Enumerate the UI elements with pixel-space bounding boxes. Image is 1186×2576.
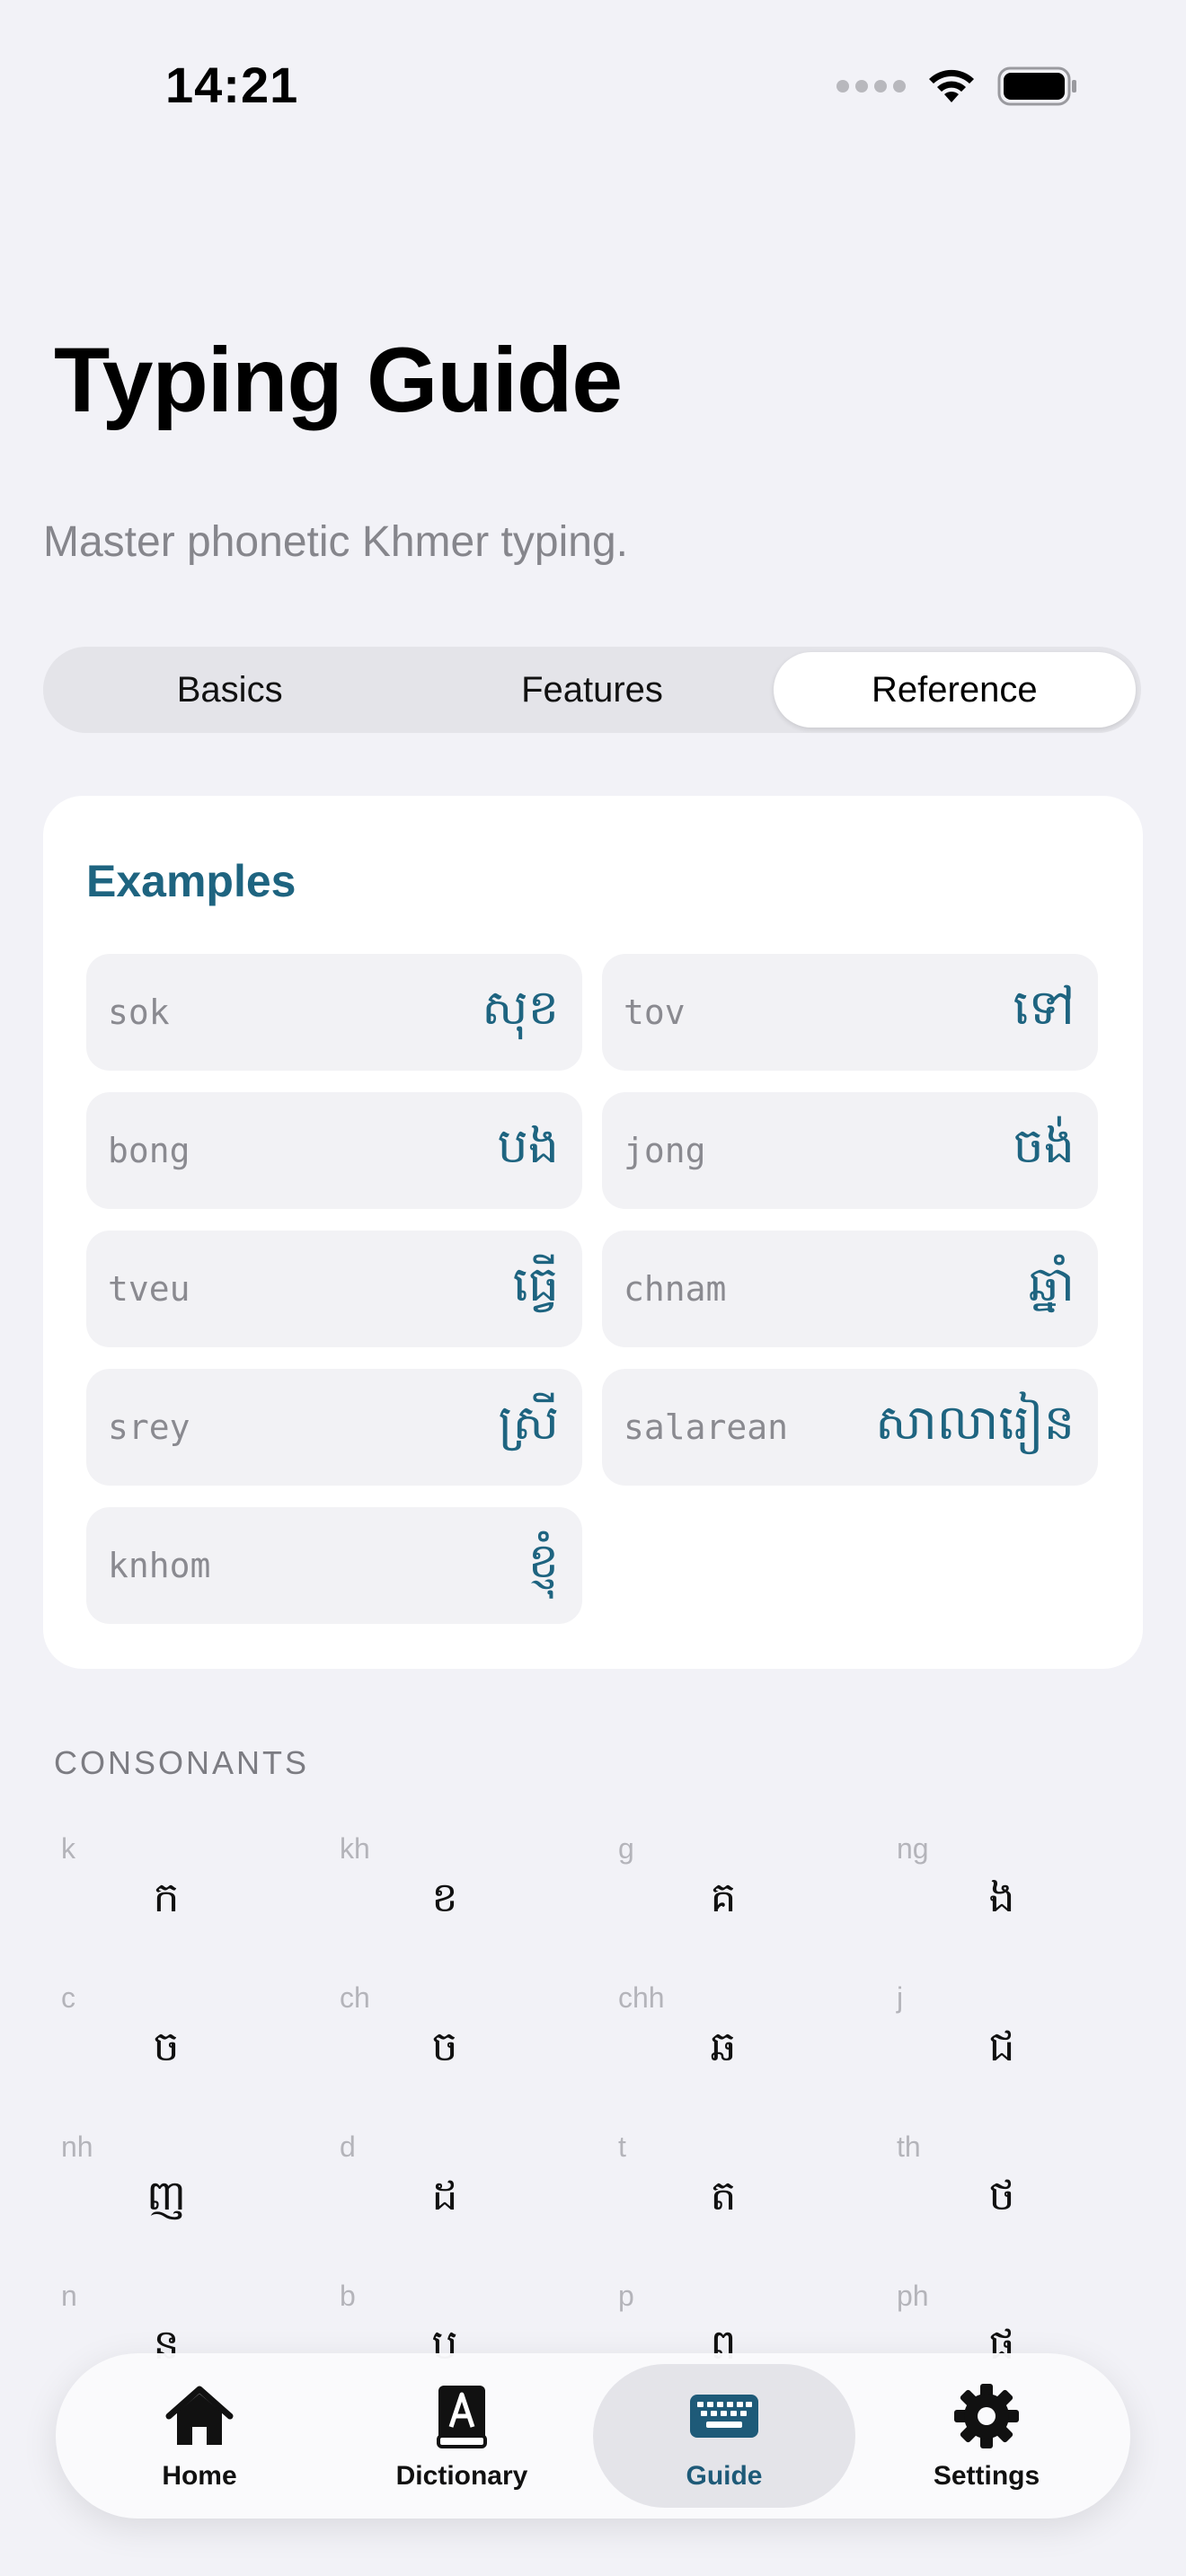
consonant-roman: k <box>61 1832 75 1865</box>
page-title: Typing Guide <box>54 329 623 431</box>
example-khmer: ចង់ <box>1013 1116 1075 1174</box>
tab-dictionary-label: Dictionary <box>395 2461 528 2491</box>
example-khmer: សុខ <box>482 978 559 1036</box>
consonant-khmer: ឆ <box>710 2022 737 2070</box>
consonant-khmer: ង <box>988 1873 1015 1921</box>
examples-title: Examples <box>86 856 296 906</box>
status-time: 14:21 <box>165 57 299 113</box>
segment-features[interactable]: Features <box>411 652 773 728</box>
keyboard-icon <box>690 2395 758 2438</box>
example-latin: tov <box>624 992 686 1032</box>
tab-settings-label: Settings <box>933 2461 1040 2491</box>
consonant-khmer: ដ <box>431 2171 458 2219</box>
consonant-roman: ng <box>897 1832 929 1865</box>
status-bar: 14:21 <box>0 0 1186 180</box>
consonant-roman: t <box>618 2130 626 2163</box>
book-icon <box>437 2386 487 2448</box>
segment-reference[interactable]: Reference <box>773 652 1136 728</box>
example-khmer: សាលារៀន <box>875 1393 1075 1451</box>
example-khmer: ខ្ញុំ <box>527 1531 559 1589</box>
tab-settings[interactable]: Settings <box>855 2364 1118 2508</box>
consonant-cell[interactable]: g គ <box>611 1832 881 1976</box>
example-item: salarean សាលារៀន <box>602 1369 1098 1486</box>
example-latin: bong <box>108 1131 190 1170</box>
consonant-roman: chh <box>618 1981 665 2014</box>
example-khmer: ឆ្នាំ <box>1028 1255 1075 1312</box>
consonant-roman: nh <box>61 2130 93 2163</box>
segment-basics[interactable]: Basics <box>49 652 411 728</box>
consonant-cell[interactable]: k ក <box>54 1832 323 1976</box>
consonant-cell[interactable]: th ថ <box>890 2130 1159 2274</box>
consonant-khmer: ខ <box>431 1873 458 1921</box>
example-item: srey ស្រី <box>86 1369 582 1486</box>
consonant-roman: ph <box>897 2280 929 2312</box>
consonant-roman: kh <box>340 1832 370 1865</box>
gear-icon <box>954 2384 1019 2448</box>
consonant-roman: g <box>618 1832 634 1865</box>
consonant-roman: ch <box>340 1981 370 2014</box>
tab-bar: Home Dictionary Guide Settings <box>56 2353 1130 2519</box>
consonant-cell[interactable]: t ត <box>611 2130 881 2274</box>
example-item: bong បង <box>86 1092 582 1209</box>
consonant-roman: d <box>340 2130 356 2163</box>
example-khmer: ស្រី <box>498 1393 560 1451</box>
example-item: tov ទៅ <box>602 954 1098 1071</box>
status-icons <box>836 65 1078 108</box>
tab-home-label: Home <box>162 2461 237 2491</box>
consonant-cell[interactable]: c ច <box>54 1981 323 2125</box>
consonant-khmer: ថ <box>988 2171 1015 2219</box>
tab-guide[interactable]: Guide <box>593 2364 855 2508</box>
example-khmer: បង <box>497 1116 559 1174</box>
guide-segmented-control: Basics Features Reference <box>43 647 1141 733</box>
example-item: tveu ធ្វើ <box>86 1231 582 1347</box>
example-latin: srey <box>108 1407 190 1447</box>
tab-dictionary[interactable]: Dictionary <box>331 2364 593 2508</box>
page-subtitle: Master phonetic Khmer typing. <box>43 518 628 566</box>
example-latin: sok <box>108 992 170 1032</box>
example-latin: jong <box>624 1131 706 1170</box>
example-item: jong ចង់ <box>602 1092 1098 1209</box>
consonant-roman: p <box>618 2280 634 2312</box>
consonant-cell[interactable]: ch ច <box>332 1981 602 2125</box>
consonant-cell[interactable]: j ជ <box>890 1981 1159 2125</box>
consonant-khmer: ត <box>710 2171 737 2219</box>
consonant-cell[interactable]: d ដ <box>332 2130 602 2274</box>
consonants-section-label: CONSONANTS <box>54 1744 310 1781</box>
examples-card: Examples sok សុខ tov ទៅ bong បង jong ចង់… <box>43 796 1143 1669</box>
example-latin: salarean <box>624 1407 789 1447</box>
example-khmer: ធ្វើ <box>512 1255 559 1312</box>
consonant-roman: th <box>897 2130 921 2163</box>
consonant-roman: j <box>897 1981 904 2014</box>
wifi-icon <box>929 69 974 102</box>
consonant-cell[interactable]: nh ញ <box>54 2130 323 2274</box>
tab-guide-label: Guide <box>686 2461 763 2491</box>
consonant-khmer: ញ <box>146 2171 186 2219</box>
house-icon <box>165 2386 234 2445</box>
example-khmer: ទៅ <box>1013 978 1075 1036</box>
example-item: chnam ឆ្នាំ <box>602 1231 1098 1347</box>
consonant-khmer: ច <box>153 2022 180 2070</box>
example-item: knhom ខ្ញុំ <box>86 1507 582 1624</box>
consonant-khmer: ក <box>153 1873 180 1921</box>
consonant-roman: c <box>61 1981 75 2014</box>
consonant-cell[interactable]: kh ខ <box>332 1832 602 1976</box>
consonant-roman: b <box>340 2280 356 2312</box>
battery-icon <box>997 66 1076 106</box>
consonant-khmer: គ <box>710 1873 737 1921</box>
consonant-cell[interactable]: ng ង <box>890 1832 1159 1976</box>
example-item: sok សុខ <box>86 954 582 1071</box>
example-latin: knhom <box>108 1546 211 1585</box>
cellular-signal-icon <box>836 80 906 93</box>
tab-home[interactable]: Home <box>68 2364 331 2508</box>
example-latin: chnam <box>624 1269 727 1309</box>
consonant-khmer: ច <box>431 2022 458 2070</box>
example-latin: tveu <box>108 1269 190 1309</box>
consonant-roman: n <box>61 2280 77 2312</box>
consonant-khmer: ជ <box>988 2022 1015 2070</box>
consonant-cell[interactable]: chh ឆ <box>611 1981 881 2125</box>
